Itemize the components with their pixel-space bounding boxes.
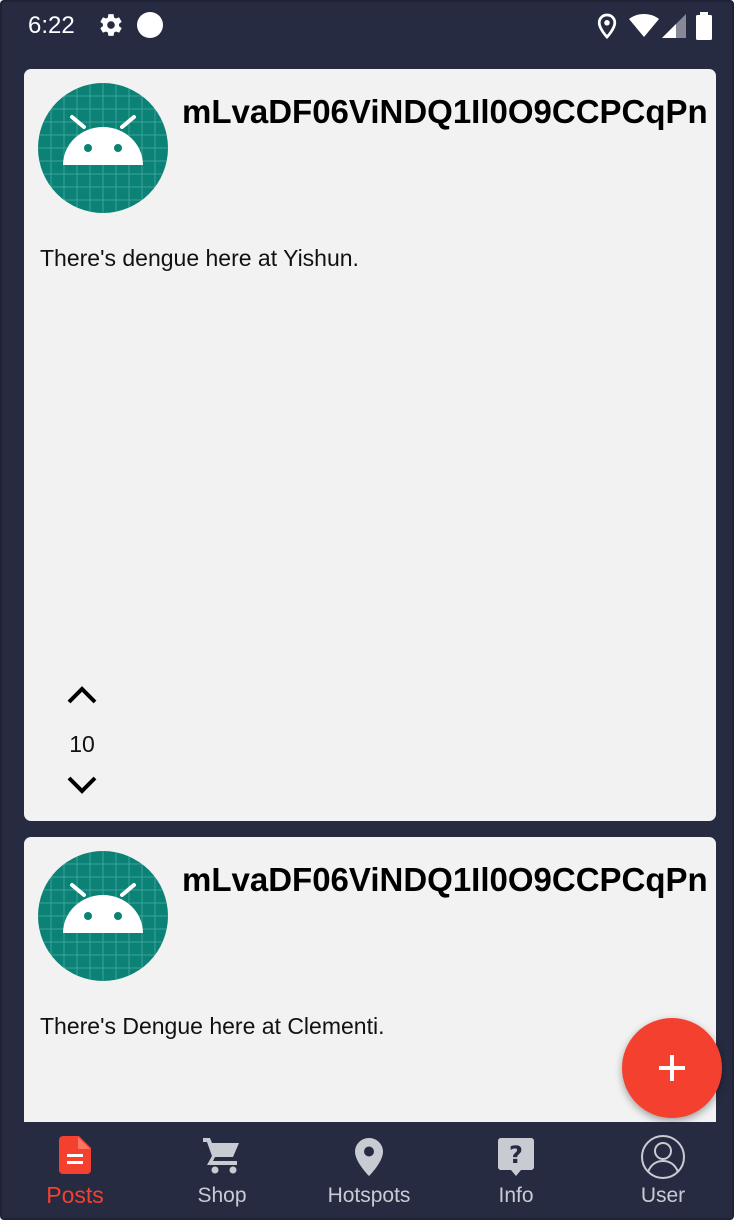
- android-robot-icon: [38, 851, 168, 981]
- nav-label: User: [640, 1184, 686, 1207]
- post-text: There's Dengue here at Clementi.: [40, 1013, 385, 1039]
- nav-label: Info: [498, 1184, 534, 1207]
- circle-icon: [136, 11, 164, 44]
- app-frame: 6:22 mLvaDF06ViNDQ1Il0O9CCPCqPn There's …: [0, 0, 734, 1220]
- nav-item-info[interactable]: ? Info: [443, 1122, 589, 1218]
- bottom-nav: Posts Shop Hotspots ? Info User: [2, 1122, 732, 1218]
- nav-item-user[interactable]: User: [590, 1122, 732, 1218]
- avatar[interactable]: [38, 851, 168, 981]
- svg-text:?: ?: [509, 1141, 523, 1169]
- user-circle-icon: [640, 1134, 686, 1185]
- android-robot-icon: [38, 83, 168, 213]
- post-card[interactable]: mLvaDF06ViNDQ1Il0O9CCPCqPn There's dengu…: [24, 69, 716, 821]
- map-pin-icon: [355, 1138, 383, 1181]
- post-feed[interactable]: mLvaDF06ViNDQ1Il0O9CCPCqPn There's dengu…: [2, 66, 732, 1122]
- post-username: mLvaDF06ViNDQ1Il0O9CCPCqPn: [182, 93, 708, 130]
- document-icon: [59, 1136, 91, 1179]
- chevron-up-icon: [67, 686, 97, 704]
- nav-item-shop[interactable]: Shop: [149, 1122, 295, 1218]
- question-icon: ?: [498, 1138, 534, 1181]
- battery-icon: [696, 12, 712, 45]
- signal-icon: [662, 14, 686, 43]
- vote-count: 10: [69, 731, 95, 757]
- post-username: mLvaDF06ViNDQ1Il0O9CCPCqPn: [182, 861, 708, 898]
- status-bar: 6:22: [2, 2, 732, 50]
- wifi-icon: [629, 14, 659, 43]
- nav-label: Shop: [197, 1184, 247, 1207]
- plus-icon: [659, 1055, 685, 1081]
- gear-icon: [98, 12, 124, 43]
- nav-label: Hotspots: [327, 1184, 411, 1207]
- post-card[interactable]: mLvaDF06ViNDQ1Il0O9CCPCqPn There's Dengu…: [24, 837, 716, 1122]
- post-text: There's dengue here at Yishun.: [40, 245, 359, 271]
- location-pin-icon: [596, 13, 618, 44]
- upvote-button[interactable]: [50, 684, 114, 718]
- cart-icon: [203, 1138, 241, 1179]
- add-post-button[interactable]: [622, 1018, 722, 1118]
- nav-label: Posts: [46, 1182, 104, 1208]
- nav-item-hotspots[interactable]: Hotspots: [296, 1122, 442, 1218]
- status-time: 6:22: [28, 12, 75, 39]
- chevron-down-icon: [67, 776, 97, 794]
- nav-item-posts[interactable]: Posts: [2, 1122, 148, 1218]
- avatar[interactable]: [38, 83, 168, 213]
- downvote-button[interactable]: [50, 774, 114, 808]
